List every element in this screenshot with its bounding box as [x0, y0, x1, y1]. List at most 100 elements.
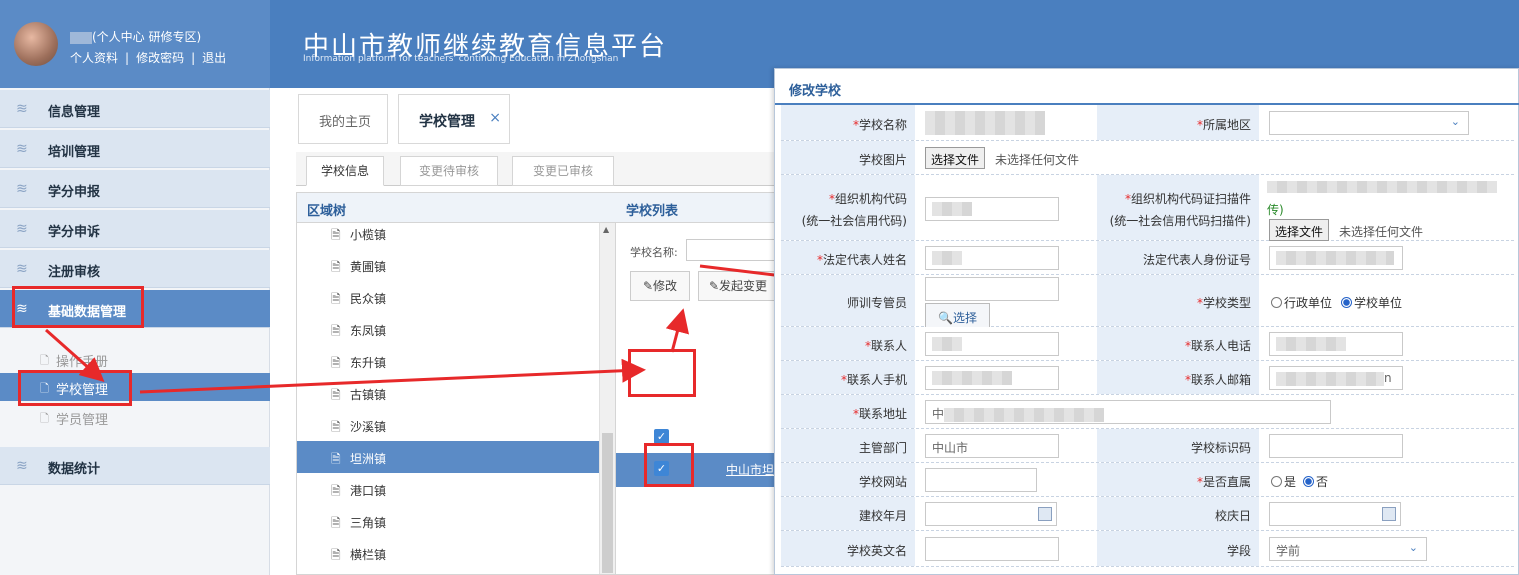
sidebar-item-training[interactable]: ≋ 培训管理: [0, 130, 270, 168]
tree-node[interactable]: 🗎 民众镇: [297, 281, 599, 313]
label-text: 联系人邮箱: [1190, 373, 1251, 387]
tree-node[interactable]: 🗎 三角镇: [297, 505, 599, 537]
layers-icon: ≋: [16, 181, 28, 197]
direct-yes-radio[interactable]: 是: [1271, 473, 1296, 490]
select-all-checkbox[interactable]: ✓: [654, 429, 669, 444]
sidebar-item-info[interactable]: ≋ 信息管理: [0, 90, 270, 128]
tree-node[interactable]: 🗎 东升镇: [297, 345, 599, 377]
file-icon: 🗋: [40, 412, 49, 425]
trainer-input[interactable]: [925, 277, 1059, 301]
legal-name-input[interactable]: [925, 246, 1059, 270]
tree-node[interactable]: 🗎 小榄镇: [297, 217, 599, 249]
type-school-radio[interactable]: 学校单位: [1341, 294, 1402, 311]
calendar-icon[interactable]: [1038, 507, 1052, 521]
label-text: 主管部门: [858, 441, 907, 455]
org-code-label: *组织机构代码 (统一社会信用代码): [781, 175, 915, 240]
region-select[interactable]: ⌄: [1269, 111, 1469, 135]
form-row: 学校图片 选择文件 未选择任何文件: [781, 141, 1514, 175]
form-row: 师训专管员 🔍选择 *学校类型 行政单位 学校单位: [781, 275, 1514, 329]
school-list-panel: 学校列表 学校名称: ✎修改 ✎发起变更 ✓ ✓ 中山市坦: [616, 192, 778, 575]
sidebar-item-statistics[interactable]: ≋ 数据统计: [0, 447, 270, 485]
blurred-value: [932, 371, 1012, 385]
label-text: 学校标识码: [1190, 441, 1251, 455]
school-name-search-input[interactable]: [686, 239, 776, 261]
avatar[interactable]: [14, 22, 58, 66]
tree-node[interactable]: 🗎 黄圃镇: [297, 249, 599, 281]
start-change-label: 发起变更: [719, 279, 768, 293]
sub-tabs: 学校信息 变更待审核 变更已审核: [296, 152, 816, 186]
tree-scrollbar[interactable]: ▲: [599, 223, 615, 574]
tab-home[interactable]: 我的主页: [298, 94, 388, 144]
tree-node-selected[interactable]: 🗎 坦洲镇: [297, 441, 599, 473]
contact-mobile-cell: [915, 361, 1097, 394]
anniversary-date-input[interactable]: [1269, 502, 1401, 526]
tree-node[interactable]: 🗎 东凤镇: [297, 313, 599, 345]
tree-node[interactable]: 🗎 古镇镇: [297, 377, 599, 409]
dept-input[interactable]: 中山市: [925, 434, 1059, 458]
address-input[interactable]: 中: [925, 400, 1331, 424]
school-name-field[interactable]: [925, 111, 1045, 135]
link-separator: |: [191, 51, 196, 65]
scrollbar-thumb[interactable]: [602, 433, 613, 573]
english-name-input[interactable]: [925, 537, 1059, 561]
user-panel: (个人中心 研修专区) 个人资料 | 修改密码 | 退出: [0, 0, 270, 88]
legal-id-input[interactable]: [1269, 246, 1403, 270]
region-tree-panel: 区域树 🗎 小榄镇 🗎 黄圃镇 🗎 民众镇 🗎 东凤镇 🗎 东升镇 🗎 古镇镇 🗎 沙溪镇 🗎…: [296, 192, 617, 575]
blurred-value: [944, 407, 1105, 422]
subtab-school-info[interactable]: 学校信息: [306, 156, 384, 186]
org-scan-file-button[interactable]: 选择文件: [1269, 219, 1330, 241]
form-row: *学校名称 *所属地区 ⌄: [781, 105, 1514, 141]
user-center-link[interactable]: (个人中心 研修专区): [92, 30, 201, 44]
sidebar-item-registration[interactable]: ≋ 注册审核: [0, 250, 270, 288]
contact-email-label: *联系人邮箱: [1097, 361, 1259, 394]
subtab-pending-review[interactable]: 变更待审核: [400, 156, 498, 186]
school-list-title: 学校列表: [616, 193, 776, 223]
school-name-search-label: 学校名称:: [630, 246, 678, 259]
sidebar-item-credit-appeal[interactable]: ≋ 学分申诉: [0, 210, 270, 248]
website-input[interactable]: [925, 468, 1037, 492]
tree-node[interactable]: 🗎 横栏镇: [297, 537, 599, 569]
blurred-username: [70, 31, 92, 44]
sidebar-item-label: 培训管理: [48, 145, 101, 160]
stage-selected-value: 学前: [1276, 544, 1301, 558]
tab-school-management[interactable]: 学校管理 ×: [398, 94, 510, 144]
sidebar: ≋ 信息管理 ≋ 培训管理 ≋ 学分申报 ≋ 学分申诉 ≋ 注册审核 ≋ 基础数据管理 🗋 操…: [0, 88, 270, 575]
label-text: 建校年月: [858, 509, 907, 523]
form-row: *联系地址 中: [781, 395, 1514, 429]
stage-select[interactable]: 学前 ⌄: [1269, 537, 1427, 561]
layers-icon: ≋: [16, 221, 28, 237]
subtab-reviewed[interactable]: 变更已审核: [512, 156, 614, 186]
tree-node[interactable]: 🗎 港口镇: [297, 473, 599, 505]
profile-link[interactable]: 个人资料: [70, 51, 118, 65]
tree-node[interactable]: 🗎 沙溪镇: [297, 409, 599, 441]
school-image-file-status: 未选择任何文件: [995, 153, 1080, 167]
sidebar-subitem-manual[interactable]: 🗋 操作手册: [0, 345, 270, 373]
logout-link[interactable]: 退出: [202, 51, 226, 65]
highlight-box: [644, 443, 694, 487]
org-code-input[interactable]: [925, 197, 1059, 221]
school-name-link[interactable]: 中山市坦: [726, 461, 774, 478]
sidebar-item-credit-declare[interactable]: ≋ 学分申报: [0, 170, 270, 208]
edit-button[interactable]: ✎修改: [630, 271, 690, 301]
contact-input[interactable]: [925, 332, 1059, 356]
change-password-link[interactable]: 修改密码: [136, 51, 184, 65]
close-icon[interactable]: ×: [489, 110, 501, 126]
calendar-icon[interactable]: [1382, 507, 1396, 521]
contact-phone-input[interactable]: [1269, 332, 1403, 356]
school-id-input[interactable]: [1269, 434, 1403, 458]
founded-date-input[interactable]: [925, 502, 1057, 526]
contact-mobile-input[interactable]: [925, 366, 1059, 390]
tab-label: 学校管理: [419, 114, 475, 130]
school-image-file-button[interactable]: 选择文件: [925, 147, 986, 169]
edit-button-label: 修改: [653, 279, 678, 293]
select-trainer-button[interactable]: 🔍选择: [925, 303, 990, 329]
contact-email-input[interactable]: n: [1269, 366, 1403, 390]
sidebar-subitem-student[interactable]: 🗋 学员管理: [0, 403, 270, 431]
stage-label: 学段: [1097, 531, 1259, 566]
file-icon: 🗎: [331, 548, 341, 562]
type-admin-radio[interactable]: 行政单位: [1271, 294, 1332, 311]
label-text: 组织机构代码: [834, 192, 907, 206]
scroll-up-icon[interactable]: ▲: [603, 225, 609, 234]
start-change-button[interactable]: ✎发起变更: [698, 271, 778, 301]
direct-no-radio[interactable]: 否: [1303, 473, 1328, 490]
